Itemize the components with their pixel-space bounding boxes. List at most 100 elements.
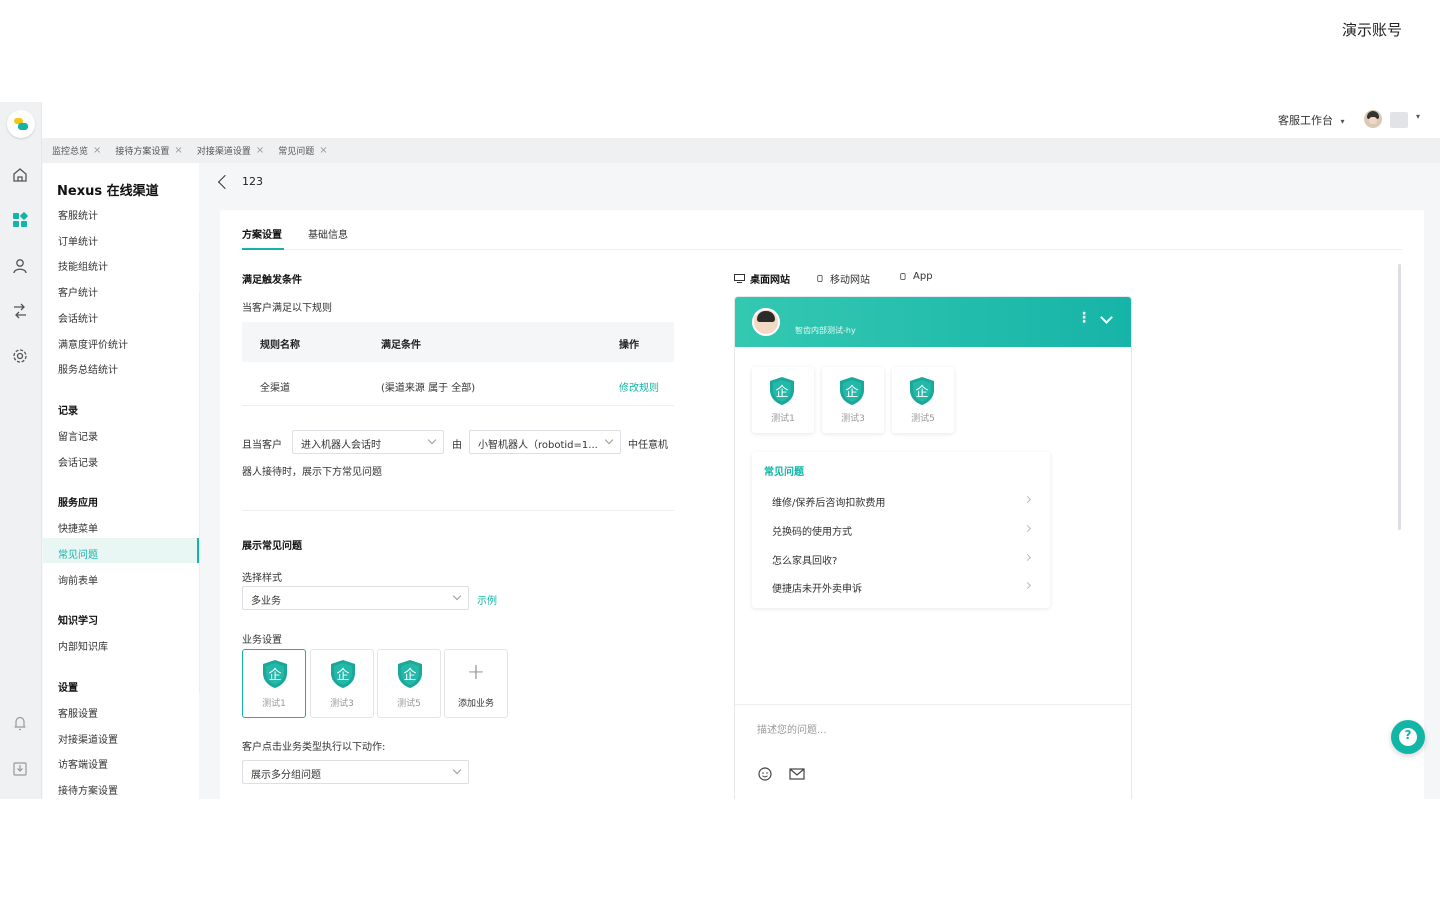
faq-item[interactable]: 兑换码的使用方式 [772,523,1040,538]
sidebar-item-customer-stats[interactable]: 客户统计 [58,284,98,299]
active-tab-underline [242,248,284,250]
edit-rule-link[interactable]: 修改规则 [619,379,659,394]
tab-faq[interactable]: 常见问题 × [278,144,327,157]
help-button[interactable]: ? [1391,720,1425,754]
tab-basic-info[interactable]: 基础信息 [308,226,348,241]
style-label: 选择样式 [242,573,282,584]
preview-tab-desktop[interactable]: 桌面网站 [734,271,790,286]
tab-channel-settings[interactable]: 对接渠道设置 × [197,144,264,157]
download-icon[interactable] [11,760,29,778]
main-content: 123 方案设置 基础信息 满足触发条件 当客户满足以下规则 规则名称 满足条件… [200,163,1440,799]
biz-name: 测试3 [330,699,354,709]
preview-tab-mobile[interactable]: 移动网站 [817,271,870,286]
faq-item-label: 便捷店未开外卖申诉 [772,584,862,595]
robot-select[interactable]: 小智机器人（robotid=1... [469,430,621,454]
preview-tab-app[interactable]: App [900,271,933,282]
enterprise-shield-icon: 企 [398,660,422,688]
input-divider [735,704,1131,705]
svg-text:企: 企 [845,384,858,400]
user-name-placeholder[interactable] [1390,112,1408,128]
cond-prefix: 且当客户 [242,440,282,451]
sidebar-item-skill-group-stats[interactable]: 技能组统计 [58,258,108,273]
section-records: 记录 [58,406,78,417]
faq-item[interactable]: 维修/保养后咨询扣款费用 [772,494,1040,509]
chevron-down-icon [452,591,462,601]
sidebar-item-satisfaction-stats[interactable]: 满意度评价统计 [58,336,128,351]
message-input[interactable]: 描述您的问题... [757,721,827,736]
faq-item-label: 维修/保养后咨询扣款费用 [772,498,886,509]
biz-settings-label: 业务设置 [242,635,282,646]
routing-icon[interactable] [11,302,29,320]
home-icon[interactable] [11,166,29,184]
biz-card-test3[interactable]: 企 测试3 [310,649,374,718]
sidebar-item-agent-stats[interactable]: 客服统计 [58,207,98,222]
biz-card-test5[interactable]: 企 测试5 [377,649,441,718]
chevron-right-icon [1023,495,1032,504]
dashboard-icon[interactable] [11,211,29,229]
chevron-down-icon [604,435,614,445]
close-icon[interactable]: × [319,145,327,156]
section-service-apps: 服务应用 [58,498,98,509]
more-icon[interactable]: ⋮ [1077,311,1091,325]
faq-title: 常见问题 [764,467,804,478]
add-biz-button[interactable]: + 添加业务 [444,649,508,718]
sidebar-item-service-summary-stats[interactable]: 服务总结统计 [58,361,118,376]
example-link[interactable]: 示例 [477,592,497,607]
sidebar-item-session-records[interactable]: 会话记录 [58,454,98,469]
workbench-dropdown[interactable]: 客服工作台 ▾ [1278,112,1345,128]
faq-item[interactable]: 怎么家具回收? [772,552,1040,567]
preview-biz-card-test5[interactable]: 企 测试5 [892,367,954,433]
page-title: 123 [242,175,263,188]
monitor-icon [734,274,745,283]
sidebar-item-agent-settings[interactable]: 客服设置 [58,705,98,720]
envelope-icon[interactable] [789,767,805,781]
section-divider [242,510,674,511]
sidebar-item-pre-chat-form[interactable]: 询前表单 [58,572,98,587]
app-logo[interactable] [7,110,35,138]
sidebar-item-visitor-settings[interactable]: 访客端设置 [58,756,108,771]
content-scrollbar[interactable] [1398,264,1401,530]
customer-state-select[interactable]: 进入机器人会话时 [292,430,444,454]
col-rule-name: 规则名称 [260,340,300,351]
svg-text:企: 企 [268,667,281,683]
emoji-icon[interactable] [757,767,773,781]
table-header: 规则名称 满足条件 操作 [242,322,674,362]
preview-biz-card-test1[interactable]: 企 测试1 [752,367,814,433]
tab-reception-plan[interactable]: 接待方案设置 × [115,144,182,157]
preview-tab-label: 桌面网站 [750,275,790,286]
close-icon[interactable]: × [93,145,101,156]
style-select[interactable]: 多业务 [242,586,469,610]
user-icon[interactable] [11,257,29,275]
sidebar-item-message-records[interactable]: 留言记录 [58,428,98,443]
back-arrow-icon[interactable] [217,174,233,189]
sidebar-item-quick-menu[interactable]: 快捷菜单 [58,520,98,535]
tab-monitor-overview[interactable]: 监控总览 × [52,144,101,157]
biz-name: 测试1 [771,414,795,424]
avatar[interactable] [1364,110,1382,128]
bell-icon[interactable] [11,714,29,732]
biz-card-test1[interactable]: 企 测试1 [242,649,306,718]
sidebar-item-knowledge-base[interactable]: 内部知识库 [58,638,108,653]
sidebar-item-session-stats[interactable]: 会话统计 [58,310,98,325]
preview-biz-card-test3[interactable]: 企 测试3 [822,367,884,433]
sidebar-item-order-stats[interactable]: 订单统计 [58,233,98,248]
chevron-down-icon[interactable] [1100,311,1113,324]
gear-icon[interactable] [11,347,29,365]
faq-item-label: 怎么家具回收? [772,556,838,567]
agent-name: 智齿内部测试-hy [795,326,856,335]
tab-plan-settings[interactable]: 方案设置 [242,226,282,241]
close-icon[interactable]: × [174,145,182,156]
faq-item[interactable]: 便捷店未开外卖申诉 [772,580,1040,595]
style-select-value: 多业务 [251,596,281,607]
chevron-down-icon[interactable]: ▾ [1416,112,1420,121]
phone-icon [817,275,823,282]
action-select[interactable]: 展示多分组问题 [242,760,469,784]
back-header[interactable]: 123 [217,174,263,189]
close-icon[interactable]: × [256,145,264,156]
add-biz-label: 添加业务 [457,699,494,709]
faq-panel: 常见问题 维修/保养后咨询扣款费用 兑换码的使用方式 怎么家具回收? 便捷店未开… [752,452,1050,608]
sidebar-item-reception-plan[interactable]: 接待方案设置 [58,782,118,797]
sidebar-item-channel-settings[interactable]: 对接渠道设置 [58,731,118,746]
sidebar-item-faq[interactable]: 常见问题 [58,546,98,561]
trigger-title: 满足触发条件 [242,275,302,286]
